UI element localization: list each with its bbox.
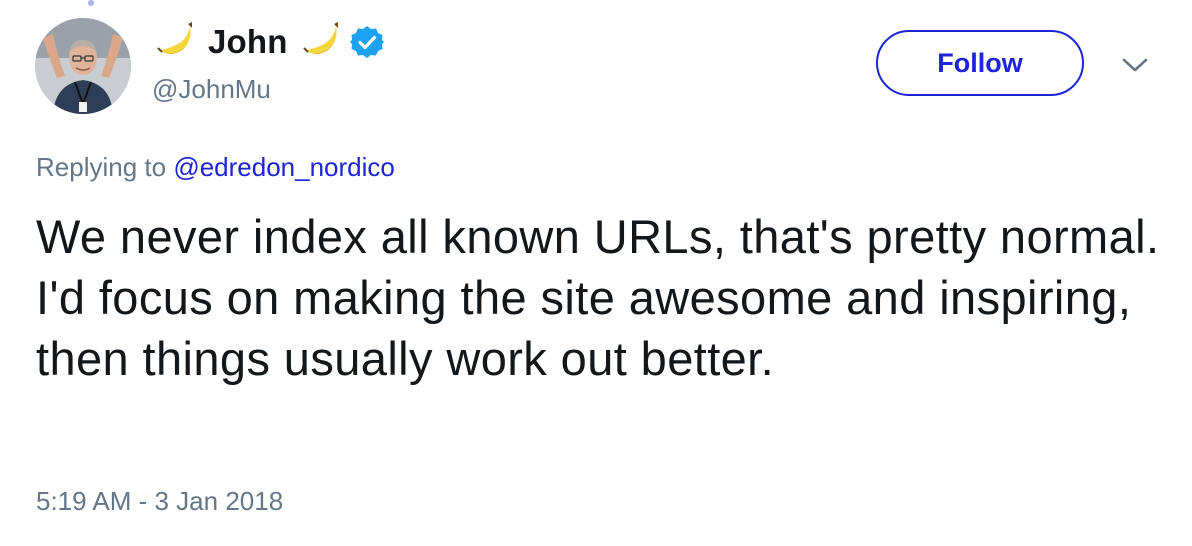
tweet-text: We never index all known URLs, that's pr… [36,210,1160,385]
banana-icon [302,22,338,54]
reply-to-handle-link[interactable]: @edredon_nordico [173,152,395,182]
user-name-row[interactable]: John [152,18,384,66]
tweet-timestamp[interactable]: 5:19 AM - 3 Jan 2018 [36,486,283,517]
chevron-down-icon[interactable] [1120,54,1150,76]
tweet-card: John @JohnMu Follow Replying to @edredon… [0,0,1192,546]
banana-icon [157,22,192,54]
verified-badge-icon [349,26,384,58]
avatar-photo [35,18,131,114]
replying-to-label: Replying to [36,152,167,182]
decorative-dot [88,0,94,6]
avatar[interactable] [35,18,131,114]
follow-button[interactable]: Follow [876,30,1084,96]
display-name: John [208,23,288,60]
replying-to-line: Replying to @edredon_nordico [36,152,395,183]
user-handle[interactable]: @JohnMu [152,74,271,105]
